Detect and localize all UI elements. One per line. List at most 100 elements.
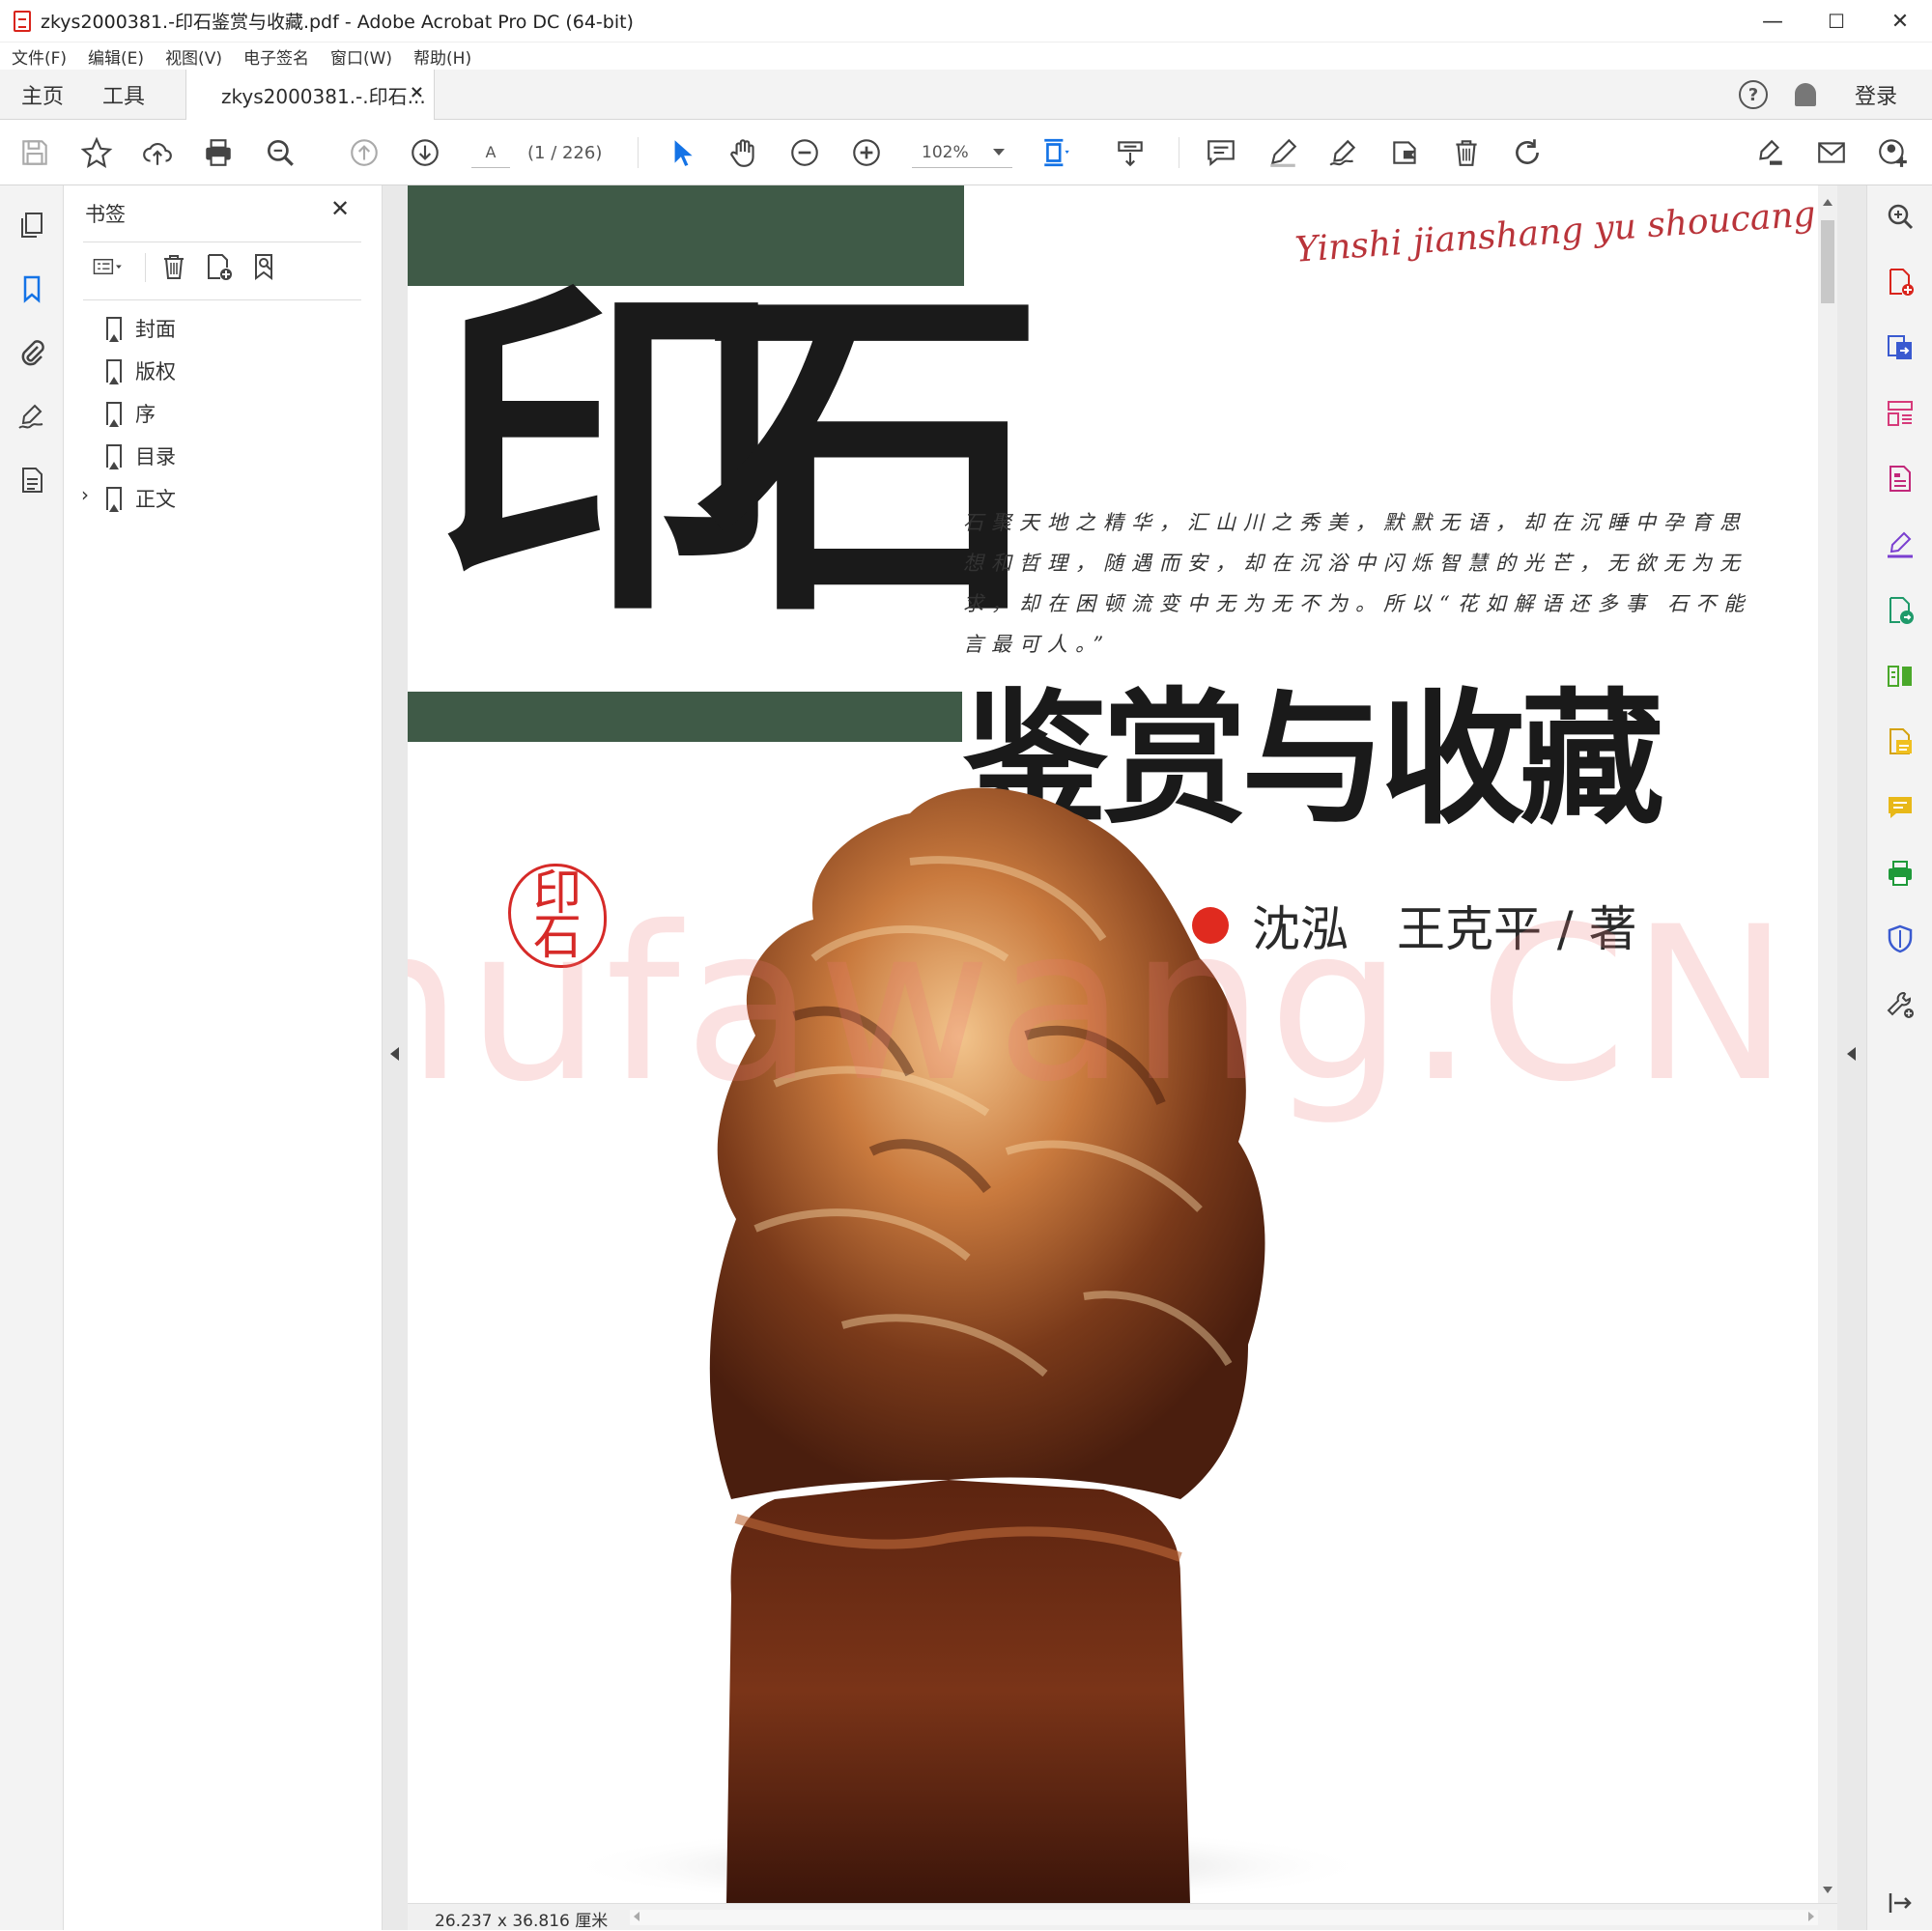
- comment-tool-icon[interactable]: [1883, 790, 1918, 825]
- menu-file[interactable]: 文件(F): [12, 44, 67, 69]
- horizontal-scrollbar[interactable]: [630, 1910, 1818, 1925]
- attachments-icon[interactable]: [14, 334, 50, 371]
- page-thumbnails-icon[interactable]: [14, 207, 50, 243]
- stamp-icon[interactable]: [1386, 133, 1425, 172]
- zoom-search-icon[interactable]: [1883, 199, 1918, 234]
- bookmark-label: 序: [135, 403, 156, 426]
- left-navigation-rail: [0, 185, 64, 1930]
- edit-pdf-icon[interactable]: [1883, 462, 1918, 497]
- main-toolbar: A (1 / 226) 102%: [0, 120, 1932, 185]
- panel-collapse-handle[interactable]: [383, 185, 408, 1930]
- create-pdf-icon[interactable]: [1883, 265, 1918, 299]
- menu-edit[interactable]: 编辑(E): [88, 44, 144, 69]
- bookmark-icon: [106, 402, 122, 427]
- zoom-out-icon[interactable]: [785, 133, 824, 172]
- notification-bell-icon[interactable]: [1794, 83, 1816, 106]
- find-zoom-icon[interactable]: [261, 133, 299, 172]
- more-tools-icon[interactable]: [1883, 987, 1918, 1022]
- bookmark-options-icon[interactable]: [83, 249, 133, 284]
- protect-shield-icon[interactable]: [1883, 922, 1918, 956]
- cloud-upload-icon[interactable]: [138, 133, 177, 172]
- rotate-icon[interactable]: [1508, 133, 1547, 172]
- menu-view[interactable]: 视图(V): [165, 44, 222, 69]
- fit-page-icon[interactable]: [1037, 133, 1076, 172]
- collapse-tools-pane-icon[interactable]: [1883, 1886, 1918, 1920]
- select-arrow-icon[interactable]: [663, 133, 701, 172]
- bookmark-icon: [106, 444, 122, 469]
- new-bookmark-icon[interactable]: [201, 249, 236, 284]
- fill-sign-icon[interactable]: [1750, 133, 1789, 172]
- print-production-icon[interactable]: [1883, 856, 1918, 891]
- print-icon[interactable]: [199, 133, 238, 172]
- zoom-level-value: 102%: [922, 142, 969, 162]
- scan-ocr-icon[interactable]: [1883, 724, 1918, 759]
- scroll-up-icon[interactable]: [1823, 199, 1833, 206]
- menu-help[interactable]: 帮助(H): [413, 44, 471, 69]
- scroll-thumb[interactable]: [1821, 220, 1834, 303]
- menu-window[interactable]: 窗口(W): [330, 44, 392, 69]
- tab-tools[interactable]: 工具: [102, 70, 145, 120]
- window-title: zkys2000381.-印石鉴赏与收藏.pdf - Adobe Acrobat…: [41, 12, 634, 33]
- minimize-button[interactable]: —: [1741, 0, 1804, 43]
- save-icon[interactable]: [15, 133, 54, 172]
- share-user-icon[interactable]: [1874, 133, 1913, 172]
- right-pane-collapse-handle[interactable]: [1837, 185, 1866, 1930]
- bookmark-item[interactable]: 正文: [106, 481, 176, 516]
- tab-document[interactable]: zkys2000381.-.印石... ×: [185, 70, 435, 121]
- bookmark-item[interactable]: 封面: [106, 311, 176, 346]
- login-link[interactable]: 登录: [1855, 79, 1897, 110]
- bookmark-icon: [106, 317, 122, 342]
- comment-icon[interactable]: [1202, 133, 1240, 172]
- find-bookmark-icon[interactable]: [247, 249, 282, 284]
- scroll-down-icon[interactable]: [1823, 1887, 1833, 1893]
- organize-pages-icon[interactable]: [1883, 396, 1918, 431]
- page-dimensions: 26.237 x 36.816 厘米: [435, 1912, 609, 1931]
- fill-and-sign-icon[interactable]: [1883, 527, 1918, 562]
- bookmark-icon: [106, 359, 122, 384]
- status-bar: 26.237 x 36.816 厘米: [408, 1903, 1837, 1931]
- document-properties-icon[interactable]: [14, 462, 50, 498]
- scroll-right-icon[interactable]: [1808, 1912, 1814, 1921]
- star-icon[interactable]: [77, 133, 116, 172]
- page-number-input[interactable]: A: [471, 137, 510, 168]
- zoom-in-icon[interactable]: [847, 133, 886, 172]
- bookmark-label: 目录: [135, 445, 176, 469]
- close-panel-icon[interactable]: ✕: [330, 195, 350, 222]
- expand-chevron-icon[interactable]: ›: [81, 483, 89, 506]
- title-bar: zkys2000381.-印石鉴赏与收藏.pdf - Adobe Acrobat…: [0, 0, 1932, 43]
- close-window-button[interactable]: ✕: [1868, 0, 1932, 43]
- scrolling-mode-icon[interactable]: [1111, 133, 1150, 172]
- delete-trash-icon[interactable]: [1447, 133, 1486, 172]
- bookmark-item[interactable]: 版权: [106, 354, 176, 388]
- next-page-icon[interactable]: [406, 133, 444, 172]
- compare-files-icon[interactable]: [1883, 659, 1918, 694]
- bookmarks-panel: 书签 ✕ 封面 版权 序 目录 › 正文: [64, 185, 383, 1930]
- maximize-button[interactable]: ☐: [1804, 0, 1868, 43]
- highlight-pen-icon[interactable]: [1264, 133, 1302, 172]
- pdf-page: 印 石 Yinshi jianshang yu shoucang 石聚天地之精华…: [408, 185, 1818, 1903]
- watermark-text: Shufawang.CN: [408, 881, 1794, 1128]
- bookmark-item[interactable]: 序: [106, 396, 156, 431]
- bookmarks-panel-icon[interactable]: [14, 270, 50, 307]
- zoom-level-select[interactable]: 102%: [912, 137, 1012, 168]
- bookmark-label: 版权: [135, 360, 176, 383]
- signatures-icon[interactable]: [14, 398, 50, 435]
- send-for-review-icon[interactable]: [1883, 593, 1918, 628]
- bookmark-item[interactable]: 目录: [106, 439, 176, 473]
- delete-bookmark-icon[interactable]: [156, 249, 191, 284]
- previous-page-icon[interactable]: [345, 133, 384, 172]
- export-pdf-icon[interactable]: [1883, 330, 1918, 365]
- vertical-scrollbar[interactable]: [1818, 185, 1837, 1903]
- bookmark-label: 封面: [135, 318, 176, 341]
- menu-e-sign[interactable]: 电子签名: [243, 44, 309, 69]
- scroll-left-icon[interactable]: [634, 1912, 639, 1921]
- tab-home[interactable]: 主页: [21, 70, 64, 120]
- expand-left-icon: [1847, 1047, 1856, 1061]
- document-tab-label: zkys2000381.-.印石...: [221, 85, 426, 108]
- help-icon[interactable]: ?: [1738, 80, 1768, 109]
- sign-pen-icon[interactable]: [1324, 133, 1363, 172]
- close-tab-icon[interactable]: ×: [410, 82, 424, 102]
- email-icon[interactable]: [1812, 133, 1851, 172]
- document-view[interactable]: 印 石 Yinshi jianshang yu shoucang 石聚天地之精华…: [408, 185, 1818, 1903]
- hand-tool-icon[interactable]: [724, 133, 763, 172]
